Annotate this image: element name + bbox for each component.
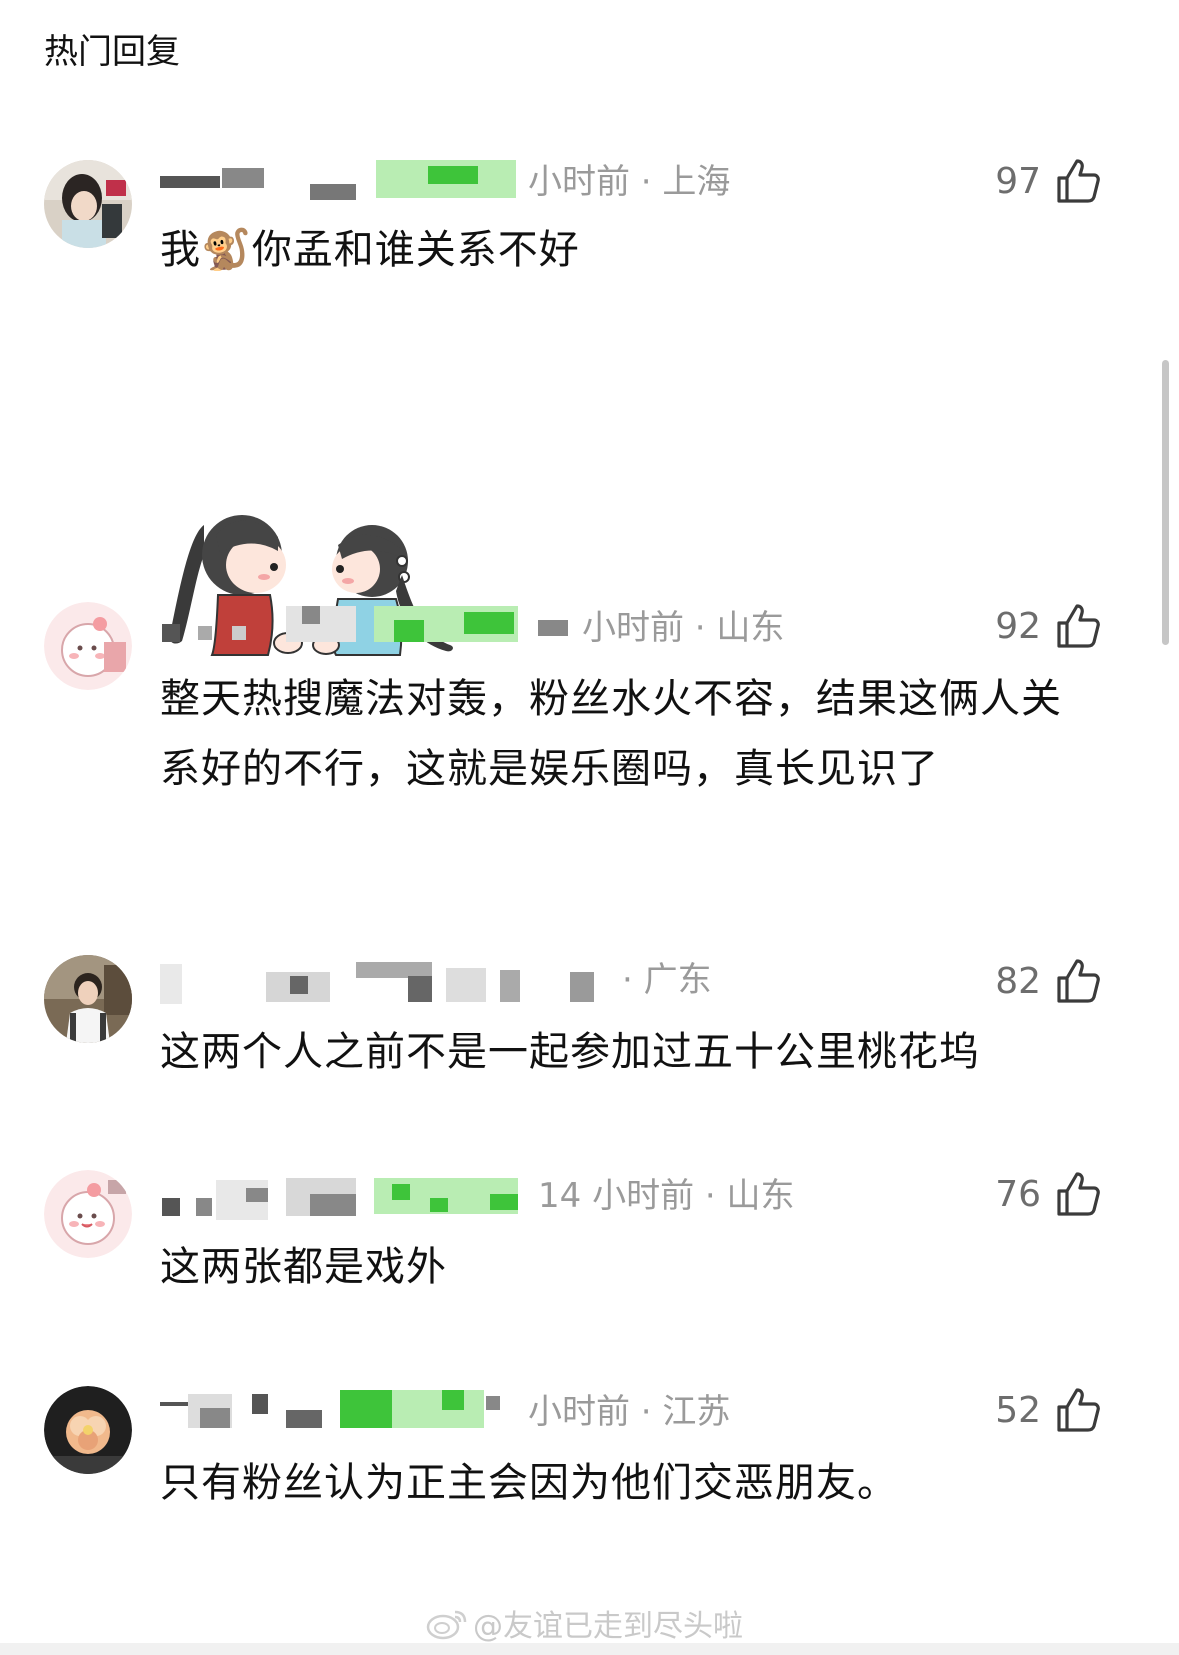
thumbs-up-icon bbox=[1057, 959, 1100, 1003]
like-button[interactable]: 76 bbox=[995, 1172, 1101, 1216]
like-button[interactable]: 92 bbox=[995, 604, 1101, 648]
comment-time-location: · 广东 bbox=[622, 960, 712, 1000]
comment-text: 只有粉丝认为正主会因为他们交恶朋友。 bbox=[160, 1460, 898, 1506]
watermark: @友谊已走到尽头啦 bbox=[425, 1600, 743, 1646]
thumbs-up-icon bbox=[1057, 159, 1100, 203]
section-title: 热门回复 bbox=[44, 32, 180, 72]
like-count: 82 bbox=[995, 960, 1041, 1002]
watermark-text: @友谊已走到尽头啦 bbox=[473, 1609, 743, 1644]
like-count: 76 bbox=[995, 1173, 1041, 1215]
comment-text: 整天热搜魔法对轰，粉丝水火不容，结果这俩人关系好的不行，这就是娱乐圈吗，真长见识… bbox=[160, 676, 1062, 792]
comment-time-location: 14 小时前 · 山东 bbox=[538, 1176, 795, 1216]
like-count: 92 bbox=[995, 605, 1041, 647]
avatar[interactable] bbox=[44, 602, 132, 690]
comment-text: 这两个人之前不是一起参加过五十公里桃花坞 bbox=[160, 1029, 980, 1075]
comment-time-location: 小时前 · 山东 bbox=[582, 608, 785, 648]
avatar[interactable] bbox=[44, 160, 132, 248]
scrollbar[interactable] bbox=[1162, 360, 1169, 645]
monkey-emoji: 🐒 bbox=[201, 227, 252, 273]
like-count: 52 bbox=[995, 1389, 1041, 1431]
avatar[interactable] bbox=[44, 955, 132, 1043]
like-button[interactable]: 97 bbox=[995, 159, 1101, 203]
comment-time-location: 小时前 · 上海 bbox=[528, 162, 731, 202]
weibo-icon bbox=[426, 1610, 467, 1640]
like-button[interactable]: 82 bbox=[995, 959, 1101, 1003]
sticker-image[interactable] bbox=[160, 495, 480, 675]
comment-text: 这两张都是戏外 bbox=[160, 1244, 447, 1290]
comment-time-location: 小时前 · 江苏 bbox=[528, 1392, 731, 1432]
thumbs-up-icon bbox=[1057, 1388, 1100, 1432]
thumbs-up-icon bbox=[1057, 1172, 1100, 1216]
like-count: 97 bbox=[995, 160, 1041, 202]
thumbs-up-icon bbox=[1057, 604, 1100, 648]
comment-text: 我🐒你孟和谁关系不好 bbox=[160, 227, 580, 273]
like-button[interactable]: 52 bbox=[995, 1388, 1101, 1432]
avatar[interactable] bbox=[44, 1386, 132, 1474]
avatar[interactable] bbox=[44, 1170, 132, 1258]
